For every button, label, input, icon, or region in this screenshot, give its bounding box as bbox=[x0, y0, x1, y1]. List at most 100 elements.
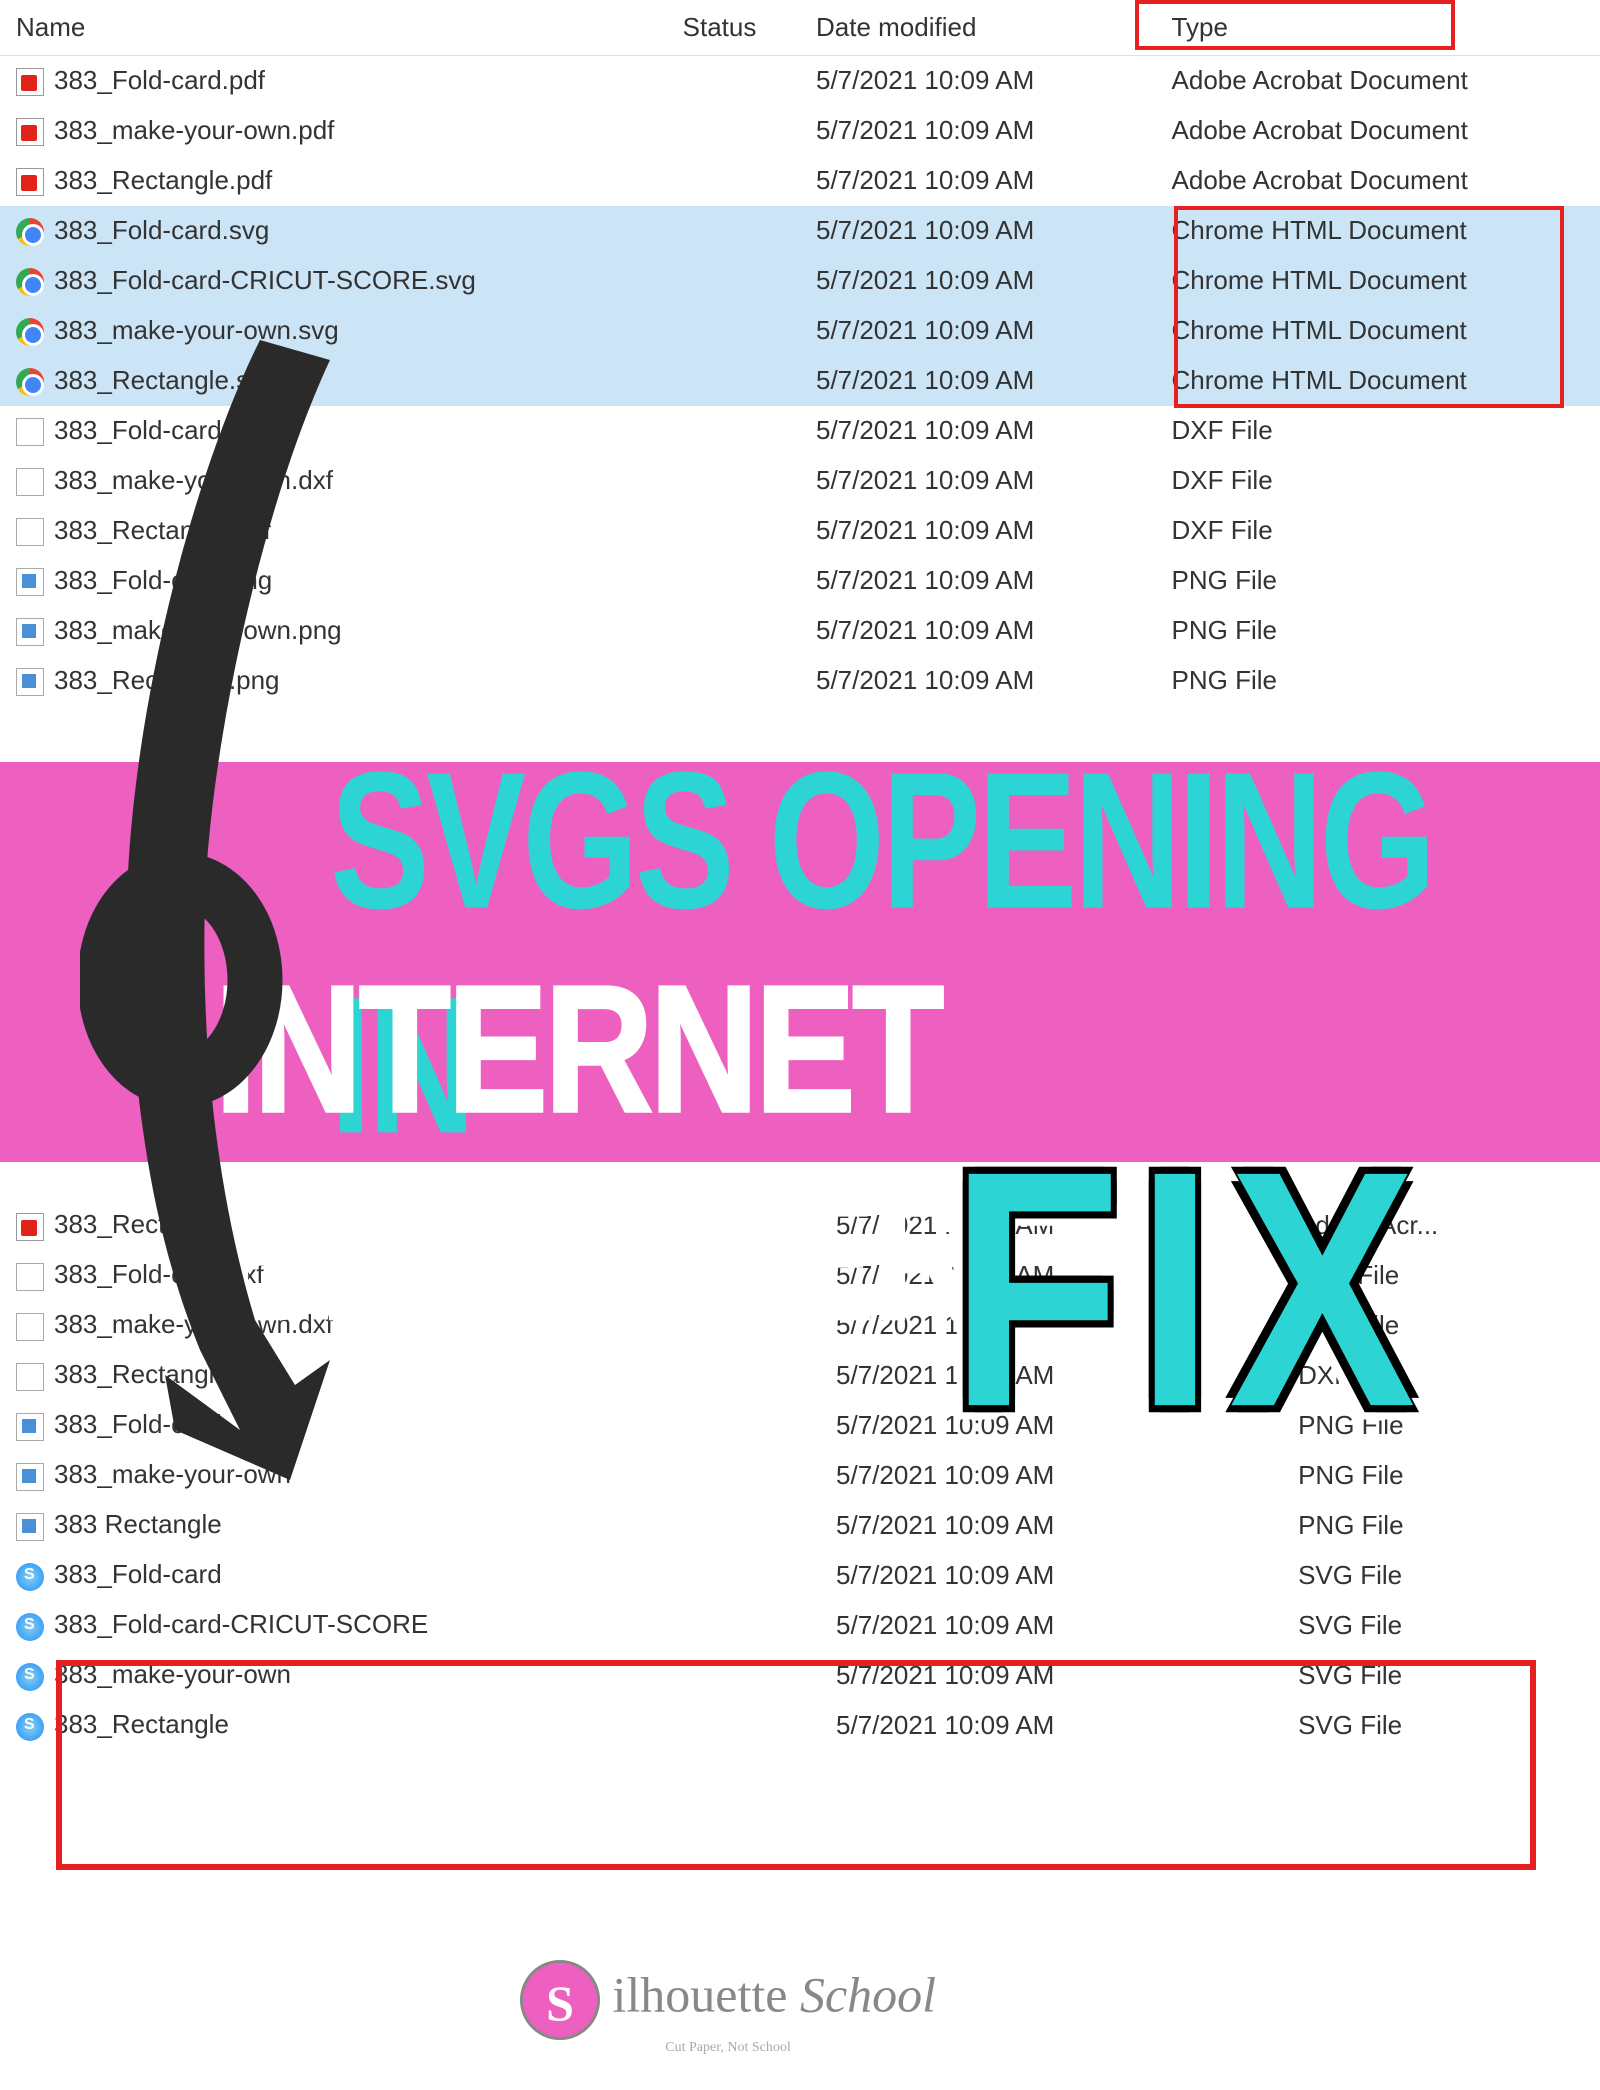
table-row[interactable]: 383 Rectangle5/7/2021 10:09 AMPNG File bbox=[0, 1500, 1600, 1550]
file-type: SVG File bbox=[1282, 1700, 1600, 1750]
file-type: Adobe Acrobat Document bbox=[1156, 56, 1600, 106]
table-row[interactable]: 383_make-your-own.png5/7/2021 10:09 AMPN… bbox=[0, 606, 1600, 656]
file-date: 5/7/2021 10:09 AM bbox=[800, 606, 1156, 656]
file-name: 383_Fold-card.png bbox=[54, 565, 272, 595]
file-date: 5/7/2021 10:09 AM bbox=[800, 156, 1156, 206]
file-date: 5/7/2021 10:09 AM bbox=[820, 1600, 1282, 1650]
file-status bbox=[667, 256, 800, 306]
file-name: 383_make-your-own.dxf bbox=[54, 465, 333, 495]
table-row[interactable]: 383_Rectangle.pdf5/7/2021 10:09 AMAdobe … bbox=[0, 156, 1600, 206]
column-header-status[interactable]: Status bbox=[667, 0, 800, 56]
image-icon bbox=[16, 1513, 44, 1541]
table-row[interactable]: 383_make-your-own.pdf5/7/2021 10:09 AMAd… bbox=[0, 106, 1600, 156]
file-type: Chrome HTML Document bbox=[1156, 206, 1600, 256]
file-date: 5/7/2021 10:09 AM bbox=[800, 656, 1156, 706]
file-name: 383_Fold-card.pdf bbox=[54, 65, 265, 95]
table-row[interactable]: 383_make-your-own.dxf 5/7/2021 10:09 AMDX… bbox=[0, 456, 1600, 506]
table-row[interactable]: 383_make-your-own 5/7/2021 10:09 AMSVG Fi… bbox=[0, 1650, 1600, 1700]
file-status bbox=[667, 156, 800, 206]
silhouette-icon bbox=[16, 1613, 44, 1641]
file-icon bbox=[16, 1313, 44, 1341]
image-icon bbox=[16, 618, 44, 646]
chrome-icon bbox=[16, 368, 44, 396]
file-icon bbox=[16, 468, 44, 496]
file-name: 383_make-your-own.png bbox=[54, 615, 342, 645]
table-row[interactable]: 383_Fold-card.dxf5/7/2021 10:09 AMDXF Fi… bbox=[0, 406, 1600, 456]
file-date: 5/7/2021 10:09 AM bbox=[800, 406, 1156, 456]
file-icon bbox=[16, 418, 44, 446]
file-name: 383_Fold-card-CRICUT-SCORE bbox=[54, 1609, 428, 1639]
file-status bbox=[667, 106, 800, 156]
file-name: 383_Fold-card.svg bbox=[54, 215, 269, 245]
file-explorer-table-before: Name Status Date modified Type 383_Fold-… bbox=[0, 0, 1600, 706]
file-status bbox=[667, 56, 800, 106]
file-type: Adobe Acrobat Document bbox=[1156, 156, 1600, 206]
table-row[interactable]: 383_Rectangle.png 5/7/2021 10:09 AMPNG Fi… bbox=[0, 656, 1600, 706]
file-status bbox=[667, 306, 800, 356]
file-date: 5/7/2021 10:09 AM bbox=[800, 556, 1156, 606]
table-header-row: Name Status Date modified Type bbox=[0, 0, 1600, 56]
file-name: 383 Rectangle bbox=[54, 1509, 222, 1539]
file-date: 5/7/2021 10:09 AM bbox=[820, 1650, 1282, 1700]
image-icon bbox=[16, 1413, 44, 1441]
file-name: 383_Fold-card-CRICUT-SCORE.svg bbox=[54, 265, 476, 295]
pdf-icon bbox=[16, 168, 44, 196]
logo-text-2: School bbox=[800, 1966, 936, 2022]
table-row[interactable]: 383_Fold-card.svg5/7/2021 10:09 AMChrome… bbox=[0, 206, 1600, 256]
logo-text-1: ilhouette bbox=[613, 1966, 788, 2022]
file-type: PNG File bbox=[1156, 656, 1600, 706]
banner-line-3: FIX bbox=[950, 1098, 1431, 1483]
silhouette-icon bbox=[16, 1663, 44, 1691]
table-row[interactable]: 383_Fold-card-CRICUT-SCORE.svg 5/7/2021 1… bbox=[0, 256, 1600, 306]
column-header-date[interactable]: Date modified bbox=[800, 0, 1156, 56]
file-status bbox=[667, 556, 800, 606]
table-row[interactable]: 383_make-your-own.svg5/7/2021 10:09 AMCh… bbox=[0, 306, 1600, 356]
file-icon bbox=[16, 1363, 44, 1391]
file-type: DXF File bbox=[1156, 506, 1600, 556]
silhouette-icon bbox=[16, 1563, 44, 1591]
pdf-icon bbox=[16, 68, 44, 96]
logo-tagline: Cut Paper, Not School bbox=[520, 2040, 936, 2056]
table-row[interactable]: 383_Rectangle.svg5/7/2021 10:09 AMChrome… bbox=[0, 356, 1600, 406]
file-date: 5/7/2021 10:09 AM bbox=[800, 56, 1156, 106]
table-row[interactable]: 383_Rectangle 5/7/2021 10:09 AMSVG File bbox=[0, 1700, 1600, 1750]
pdf-icon bbox=[16, 118, 44, 146]
file-status bbox=[667, 406, 800, 456]
image-icon bbox=[16, 1463, 44, 1491]
file-name: 383_make-your-own bbox=[54, 1459, 291, 1489]
file-date: 5/7/2021 10:09 AM bbox=[800, 456, 1156, 506]
file-date: 5/7/2021 10:09 AM bbox=[800, 306, 1156, 356]
table-row[interactable]: 383_Fold-card.png 5/7/2021 10:09 AMPNG Fi… bbox=[0, 556, 1600, 606]
file-date: 5/7/2021 10:09 AM bbox=[800, 356, 1156, 406]
file-type: DXF File bbox=[1156, 456, 1600, 506]
column-header-type[interactable]: Type bbox=[1156, 0, 1600, 56]
file-type: SVG File bbox=[1282, 1650, 1600, 1700]
file-name: 383_Rectangle bbox=[54, 1709, 229, 1739]
logo-s-icon: S bbox=[520, 1960, 600, 2040]
file-icon bbox=[16, 518, 44, 546]
file-name: 383_Fold-card bbox=[54, 1559, 222, 1589]
image-icon bbox=[16, 668, 44, 696]
file-name: 383_Rectangle.dxf bbox=[54, 1359, 271, 1389]
file-type: DXF File bbox=[1156, 406, 1600, 456]
file-type: Chrome HTML Document bbox=[1156, 356, 1600, 406]
file-date: 5/7/2021 10:09 AM bbox=[820, 1700, 1282, 1750]
file-type: PNG File bbox=[1156, 556, 1600, 606]
table-row[interactable]: 383_Fold-card.pdf 5/7/2021 10:09 AMAdobe … bbox=[0, 56, 1600, 106]
file-date: 5/7/2021 10:09 AM bbox=[800, 256, 1156, 306]
file-date: 5/7/2021 10:09 AM bbox=[800, 506, 1156, 556]
file-status bbox=[667, 456, 800, 506]
file-name: 383_make-your-own.svg bbox=[54, 315, 339, 345]
file-name: 383_make-your-own bbox=[54, 1659, 291, 1689]
table-row[interactable]: 383_Fold-card-CRICUT-SCORE 5/7/2021 10:09… bbox=[0, 1600, 1600, 1650]
chrome-icon bbox=[16, 268, 44, 296]
file-type: Chrome HTML Document bbox=[1156, 256, 1600, 306]
column-header-name[interactable]: Name bbox=[0, 0, 667, 56]
table-row[interactable]: 383_Fold-card5/7/2021 10:09 AMSVG File bbox=[0, 1550, 1600, 1600]
pdf-icon bbox=[16, 1213, 44, 1241]
chrome-icon bbox=[16, 218, 44, 246]
file-status bbox=[667, 656, 800, 706]
table-row[interactable]: 383_Rectangle.dxf5/7/2021 10:09 AMDXF Fi… bbox=[0, 506, 1600, 556]
file-date: 5/7/2021 10:09 AM bbox=[820, 1500, 1282, 1550]
file-name: 383_Rectangle.png bbox=[54, 665, 280, 695]
